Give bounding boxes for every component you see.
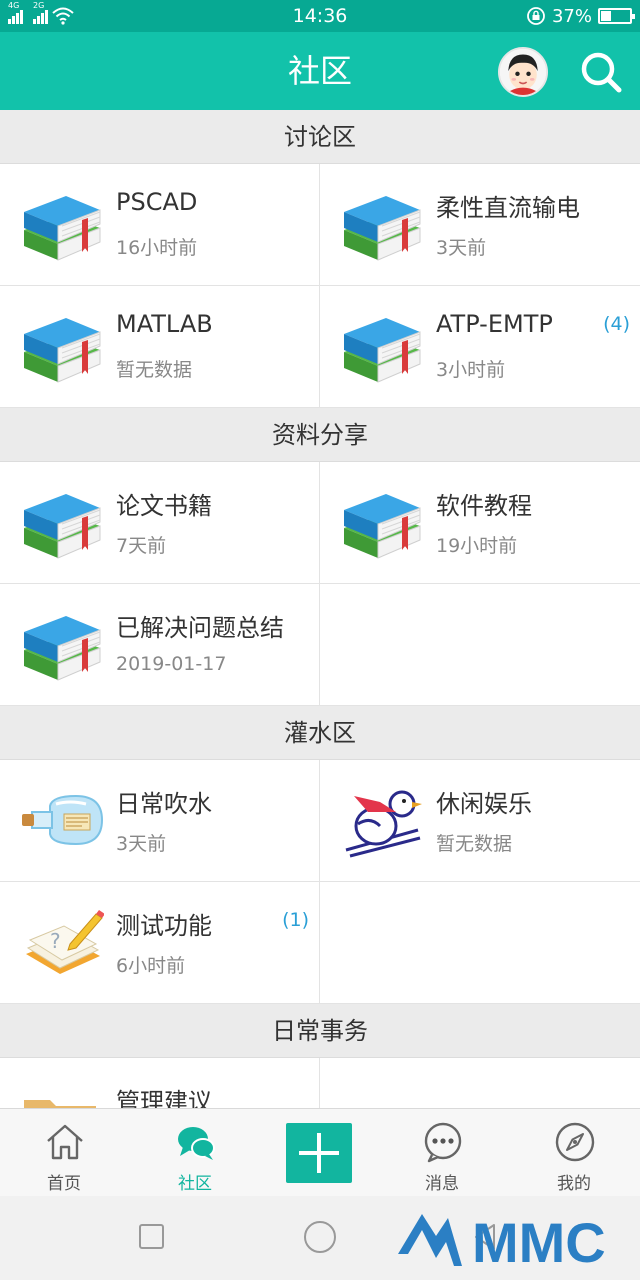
user-avatar[interactable] [498,47,548,97]
board-item[interactable]: 管理建议 [0,1058,320,1108]
battery-level [601,11,611,21]
nav-messages-label: 消息 [425,1174,459,1194]
board-last-activity: 7天前 [116,535,167,557]
nav-home[interactable]: 首页 [0,1109,128,1197]
battery-icon [598,8,635,24]
board-grid: 管理建议 [0,1058,640,1108]
books-icon [20,308,104,386]
empty-cell [320,584,640,706]
board-item[interactable]: PSCAD 16小时前 [0,164,320,286]
board-title: MATLAB [116,310,213,338]
board-item[interactable]: MATLAB 暂无数据 [0,286,320,408]
avatar-face-icon [500,49,546,95]
nav-home-label: 首页 [47,1174,81,1194]
board-title: 已解决问题总结 [116,614,284,642]
board-last-activity: 19小时前 [436,535,518,557]
board-title: 论文书籍 [116,492,212,520]
app-header: 社区 [0,32,640,110]
battery-percent: 37% [551,5,592,27]
chat-bubbles-icon [178,1127,215,1160]
board-title: 测试功能 [116,912,212,940]
search-icon[interactable] [578,49,624,95]
board-item[interactable]: 日常吹水 3天前 [0,760,320,882]
board-item[interactable]: ATP-EMTP 3小时前 (4) [320,286,640,408]
nav-mine-label: 我的 [557,1174,591,1194]
message-dots-icon [424,1122,462,1163]
forum-board-list[interactable]: 讨论区 PSCAD 16小时前 柔性直流输电 3天前 MATLAB 暂无数据 A… [0,110,640,1108]
new-post-count-badge: (4) [603,313,630,335]
books-icon [20,606,104,684]
board-last-activity: 3小时前 [436,359,506,381]
folder-icon [20,1080,104,1108]
bottle-icon [20,782,104,860]
board-grid: PSCAD 16小时前 柔性直流输电 3天前 MATLAB 暂无数据 ATP-EMTP… [0,164,640,408]
home-icon [47,1124,83,1160]
status-right: 37% [526,0,635,32]
board-item[interactable]: 软件教程 19小时前 [320,462,640,584]
books-icon [20,484,104,562]
board-last-activity: 3天前 [116,833,167,855]
compass-icon [555,1122,595,1162]
board-last-activity: 3天前 [436,237,487,259]
board-item[interactable]: 柔性直流输电 3天前 [320,164,640,286]
board-last-activity: 6小时前 [116,955,186,977]
status-bar: 4G 2G 14:36 37% [0,0,640,32]
board-item[interactable]: ? 测试功能 6小时前 (1) [0,882,320,1004]
board-title: 休闲娱乐 [436,790,532,818]
board-item[interactable]: 已解决问题总结 2019-01-17 [0,584,320,706]
empty-cell [320,882,640,1004]
section-header: 日常事务 [0,1004,640,1058]
mmc-watermark-logo: MMC [398,1211,606,1270]
board-title: PSCAD [116,188,198,216]
board-item[interactable]: 休闲娱乐 暂无数据 [320,760,640,882]
board-title: 软件教程 [436,492,532,520]
plus-icon [299,1133,339,1173]
nav-messages[interactable]: 消息 [378,1109,506,1197]
board-title: 管理建议 [116,1088,212,1108]
rotation-lock-icon [527,7,545,25]
books-icon [340,186,424,264]
books-icon [340,484,424,562]
books-icon [340,308,424,386]
recent-apps-button[interactable] [139,1224,164,1249]
board-last-activity: 16小时前 [116,237,198,259]
bottom-nav: 首页 社区 消息 我的 [0,1108,640,1196]
board-title: 柔性直流输电 [436,194,580,222]
notebook-pencil-icon: ? [20,904,105,982]
board-last-activity: 2019-01-17 [116,653,227,675]
section-header: 讨论区 [0,110,640,164]
empty-cell [320,1058,640,1108]
nav-community-label: 社区 [178,1174,212,1194]
books-icon [20,186,104,264]
board-grid: 论文书籍 7天前 软件教程 19小时前 已解决问题总结 2019-01-17 [0,462,640,706]
home-button[interactable] [304,1221,336,1253]
board-grid: 日常吹水 3天前 休闲娱乐暂无数据 ? 测试功能 6小时前 (1) [0,760,640,1004]
skiing-bird-icon [340,782,424,860]
board-last-activity: 暂无数据 [116,359,193,381]
section-header: 灌水区 [0,706,640,760]
board-last-activity: 暂无数据 [436,833,513,855]
board-title: 日常吹水 [116,790,212,818]
section-header: 资料分享 [0,408,640,462]
add-post-button[interactable] [286,1123,352,1183]
board-title: ATP-EMTP [436,310,553,338]
watermark-text: MMC [472,1211,606,1270]
board-item[interactable]: 论文书籍 7天前 [0,462,320,584]
new-post-count-badge: (1) [282,909,309,931]
svg-text:?: ? [50,929,61,953]
nav-mine[interactable]: 我的 [510,1109,638,1197]
nav-community[interactable]: 社区 [131,1109,259,1197]
